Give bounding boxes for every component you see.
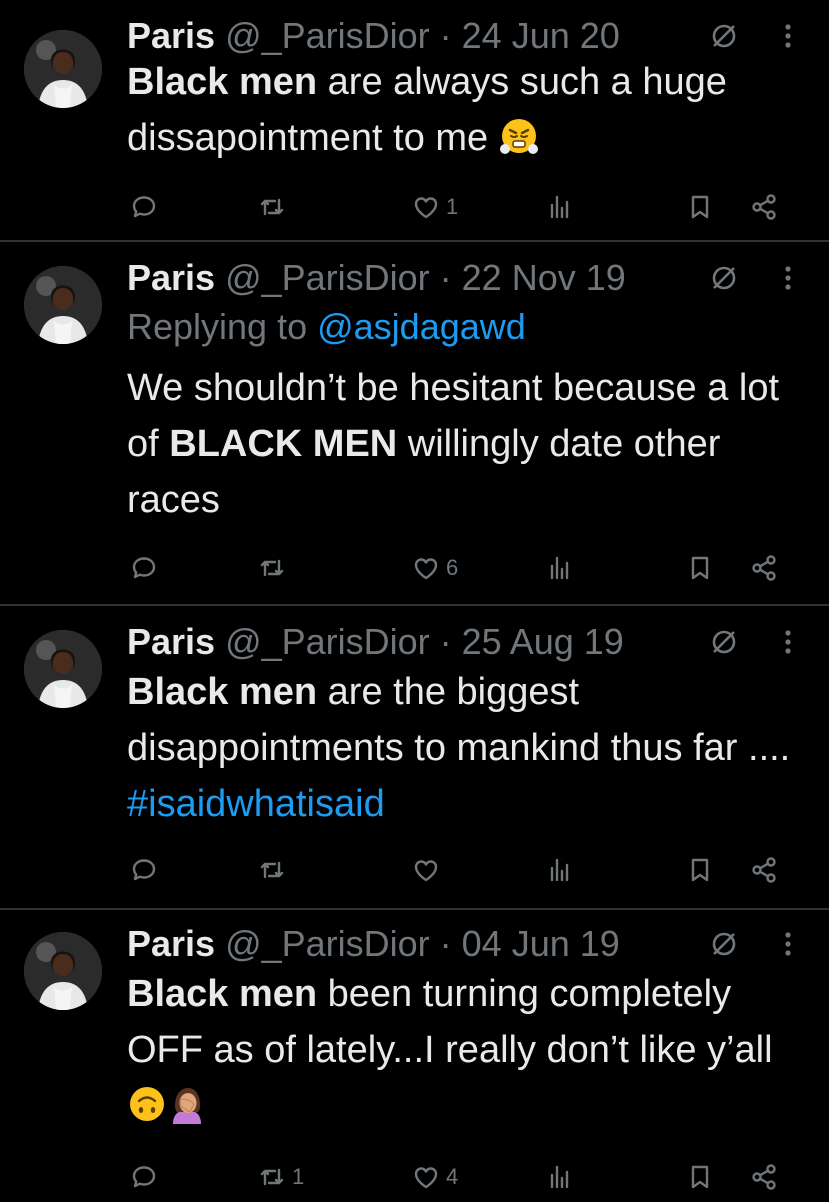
reply-button[interactable] — [128, 543, 164, 593]
display-name[interactable]: Paris — [127, 257, 215, 299]
share-button[interactable] — [748, 845, 780, 895]
retweet-button[interactable]: 1 — [256, 1152, 304, 1202]
retweet-button[interactable] — [256, 845, 292, 895]
handle-and-date[interactable]: @_ParisDior · 25 Aug 19 — [225, 621, 624, 663]
tweet-text: Black men been turning completely OFF as… — [127, 966, 817, 1134]
slashed-circle-icon — [706, 260, 742, 296]
reply-button[interactable] — [128, 182, 164, 232]
text-bold: Black men — [127, 671, 318, 713]
share-button[interactable] — [748, 543, 780, 593]
reply-button[interactable] — [128, 1152, 164, 1202]
tweet-divider — [0, 240, 829, 242]
views-button[interactable] — [544, 1152, 580, 1202]
retweet-count: 1 — [292, 1164, 305, 1189]
display-name[interactable]: Paris — [127, 621, 215, 663]
handle-and-date[interactable]: @_ParisDior · 22 Nov 19 — [225, 257, 626, 299]
like-button[interactable]: 6 — [410, 543, 458, 593]
avatar[interactable] — [24, 30, 102, 108]
tweet-text: We shouldn’t be hesitant because a lot o… — [127, 360, 817, 528]
tweet-header: Paris @_ParisDior · 25 Aug 19 — [127, 614, 624, 670]
avatar[interactable] — [24, 630, 102, 708]
tweet-divider — [0, 908, 829, 910]
handle-and-date[interactable]: @_ParisDior · 24 Jun 20 — [225, 15, 620, 57]
vertical-dots-icon[interactable] — [778, 924, 798, 964]
like-count: 6 — [446, 555, 459, 580]
like-count: 1 — [446, 194, 459, 219]
slashed-circle-icon — [706, 926, 742, 962]
replying-to: Replying to @asjdagawd — [127, 306, 526, 348]
display-name[interactable]: Paris — [127, 923, 215, 965]
bookmark-button[interactable] — [684, 1152, 716, 1202]
share-button[interactable] — [748, 182, 780, 232]
vertical-dots-icon[interactable] — [778, 16, 798, 56]
text-bold: BLACK MEN — [169, 423, 398, 465]
tweet-text: Black men are the biggest disappointment… — [127, 664, 817, 832]
slashed-circle-icon — [706, 624, 742, 660]
like-button[interactable] — [410, 845, 446, 895]
action-bar: 1 4 — [0, 1152, 829, 1202]
text-bold: Black men — [127, 973, 318, 1015]
action-bar: 6 — [0, 543, 829, 593]
woman-facepalming-icon — [167, 1084, 207, 1124]
bookmark-button[interactable] — [684, 845, 716, 895]
display-name[interactable]: Paris — [127, 15, 215, 57]
text-bold: Black men — [127, 61, 318, 103]
share-button[interactable] — [748, 1152, 780, 1202]
tweet-header: Paris @_ParisDior · 04 Jun 19 — [127, 916, 620, 972]
bookmark-button[interactable] — [684, 543, 716, 593]
views-button[interactable] — [544, 845, 580, 895]
like-count: 4 — [446, 1164, 459, 1189]
like-button[interactable]: 1 — [410, 182, 458, 232]
vertical-dots-icon[interactable] — [778, 622, 798, 662]
action-bar — [0, 845, 829, 895]
upside-down-face-icon — [127, 1084, 167, 1124]
avatar[interactable] — [24, 266, 102, 344]
like-button[interactable]: 4 — [410, 1152, 458, 1202]
slashed-circle-icon — [706, 18, 742, 54]
tweet-divider — [0, 604, 829, 606]
vertical-dots-icon[interactable] — [778, 258, 798, 298]
views-button[interactable] — [544, 182, 580, 232]
replying-to-label: Replying to — [127, 306, 318, 347]
face-with-steam-from-nose-icon — [499, 116, 539, 156]
reply-handle-link[interactable]: @asjdagawd — [317, 306, 526, 347]
views-button[interactable] — [544, 543, 580, 593]
action-bar: 1 — [0, 182, 829, 232]
hashtag-link[interactable]: #isaidwhatisaid — [127, 783, 385, 825]
retweet-button[interactable] — [256, 182, 292, 232]
bookmark-button[interactable] — [684, 182, 716, 232]
retweet-button[interactable] — [256, 543, 292, 593]
handle-and-date[interactable]: @_ParisDior · 04 Jun 19 — [225, 923, 620, 965]
tweet-header: Paris @_ParisDior · 22 Nov 19 — [127, 250, 626, 306]
avatar[interactable] — [24, 932, 102, 1010]
reply-button[interactable] — [128, 845, 164, 895]
tweet-text: Black men are always such a huge dissapo… — [127, 54, 817, 166]
